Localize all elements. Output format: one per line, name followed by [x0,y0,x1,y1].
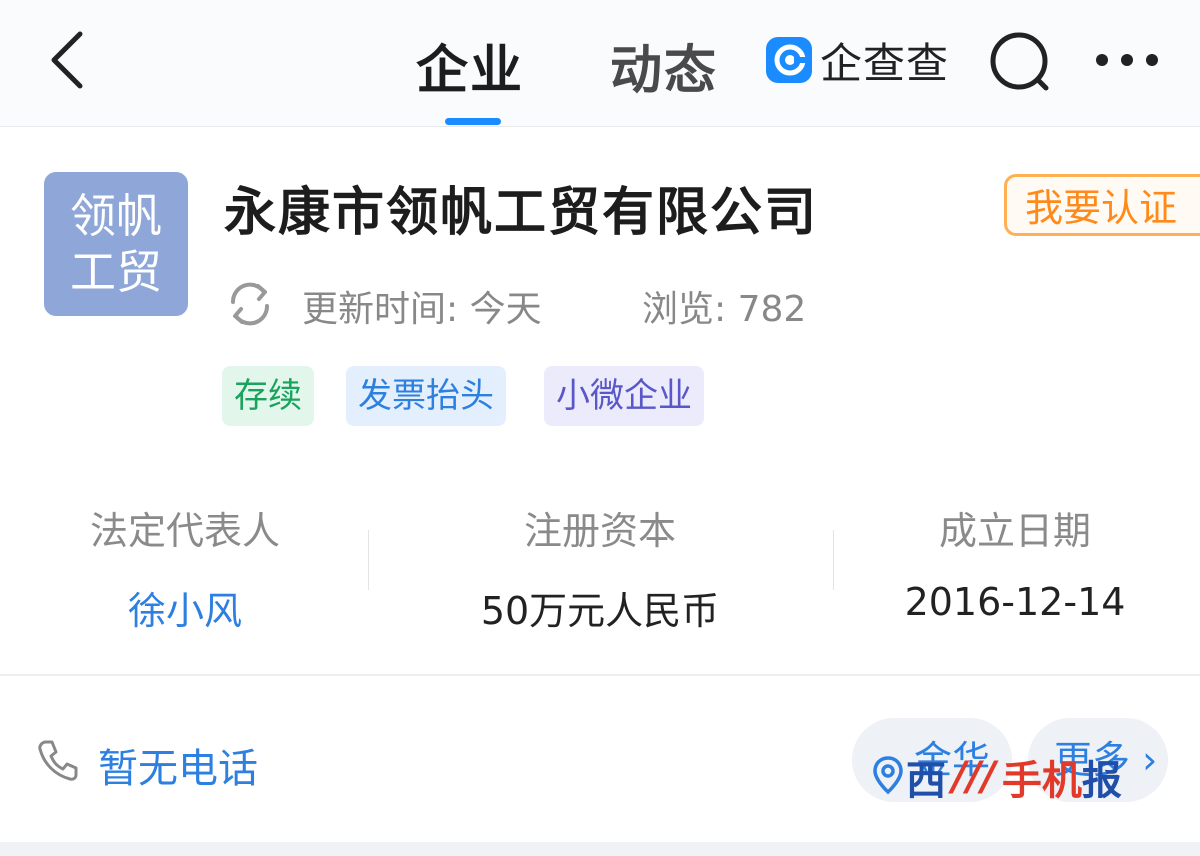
chevron-left-icon [51,31,83,89]
search-button[interactable] [988,30,1054,96]
column-divider [368,530,369,590]
active-tab-indicator [445,118,501,125]
registered-capital-value: 50万元人民币 [480,589,720,633]
view-count: 浏览: 782 [642,289,807,330]
establish-date-value: 2016-12-14 [904,580,1126,624]
certify-button[interactable]: 我要认证 [1004,174,1200,236]
company-logo-line-2: 工贸 [70,245,162,299]
watermark-part: /// [952,754,996,800]
section-divider [0,674,1200,676]
company-logo: 领帆 工贸 [44,172,188,316]
more-button[interactable] [1094,48,1160,72]
location-pin-icon [872,740,904,795]
more-dots-icon [1096,54,1158,66]
tab-dynamic[interactable]: 动态 [610,28,718,103]
watermark-part: 手机 [1001,758,1082,804]
establish-date: 成立日期 2016-12-14 [820,500,1200,630]
tab-enterprise[interactable]: 企业 [416,28,524,103]
phone-icon [36,738,80,782]
bottom-strip [0,842,1200,856]
chevron-right-icon: › [1142,738,1158,782]
search-icon [990,32,1049,91]
watermark-part: 报 [1081,758,1122,804]
company-logo-line-1: 领帆 [70,189,162,243]
legal-representative-value[interactable]: 徐小风 [0,580,380,633]
status-badge: 存续 [222,366,314,426]
registered-capital-label: 注册资本 [523,509,676,553]
establish-date-label: 成立日期 [938,509,1091,553]
small-enterprise-tag: 小微企业 [544,366,704,426]
watermark-part: 西 [906,758,946,804]
qichacha-logo [766,37,812,83]
company-name: 永康市领帆工贸有限公司 [224,183,819,243]
watermark-logo: 西 /// 手机 报 [906,752,1122,804]
back-button[interactable] [44,28,94,92]
legal-representative: 法定代表人 徐小风 [0,500,380,633]
brand-text: 企查查 [820,38,950,88]
phone-link[interactable]: 暂无电话 [98,736,258,794]
refresh-icon [224,278,276,330]
registered-capital: 注册资本 50万元人民币 [405,500,795,633]
invoice-title-tag[interactable]: 发票抬头 [346,366,506,426]
brand: 企查查 [766,34,949,88]
top-nav-bar: 企业 动态 企查查 [0,0,1200,127]
update-time: 更新时间: 今天 [302,289,542,330]
legal-representative-label: 法定代表人 [89,509,280,553]
